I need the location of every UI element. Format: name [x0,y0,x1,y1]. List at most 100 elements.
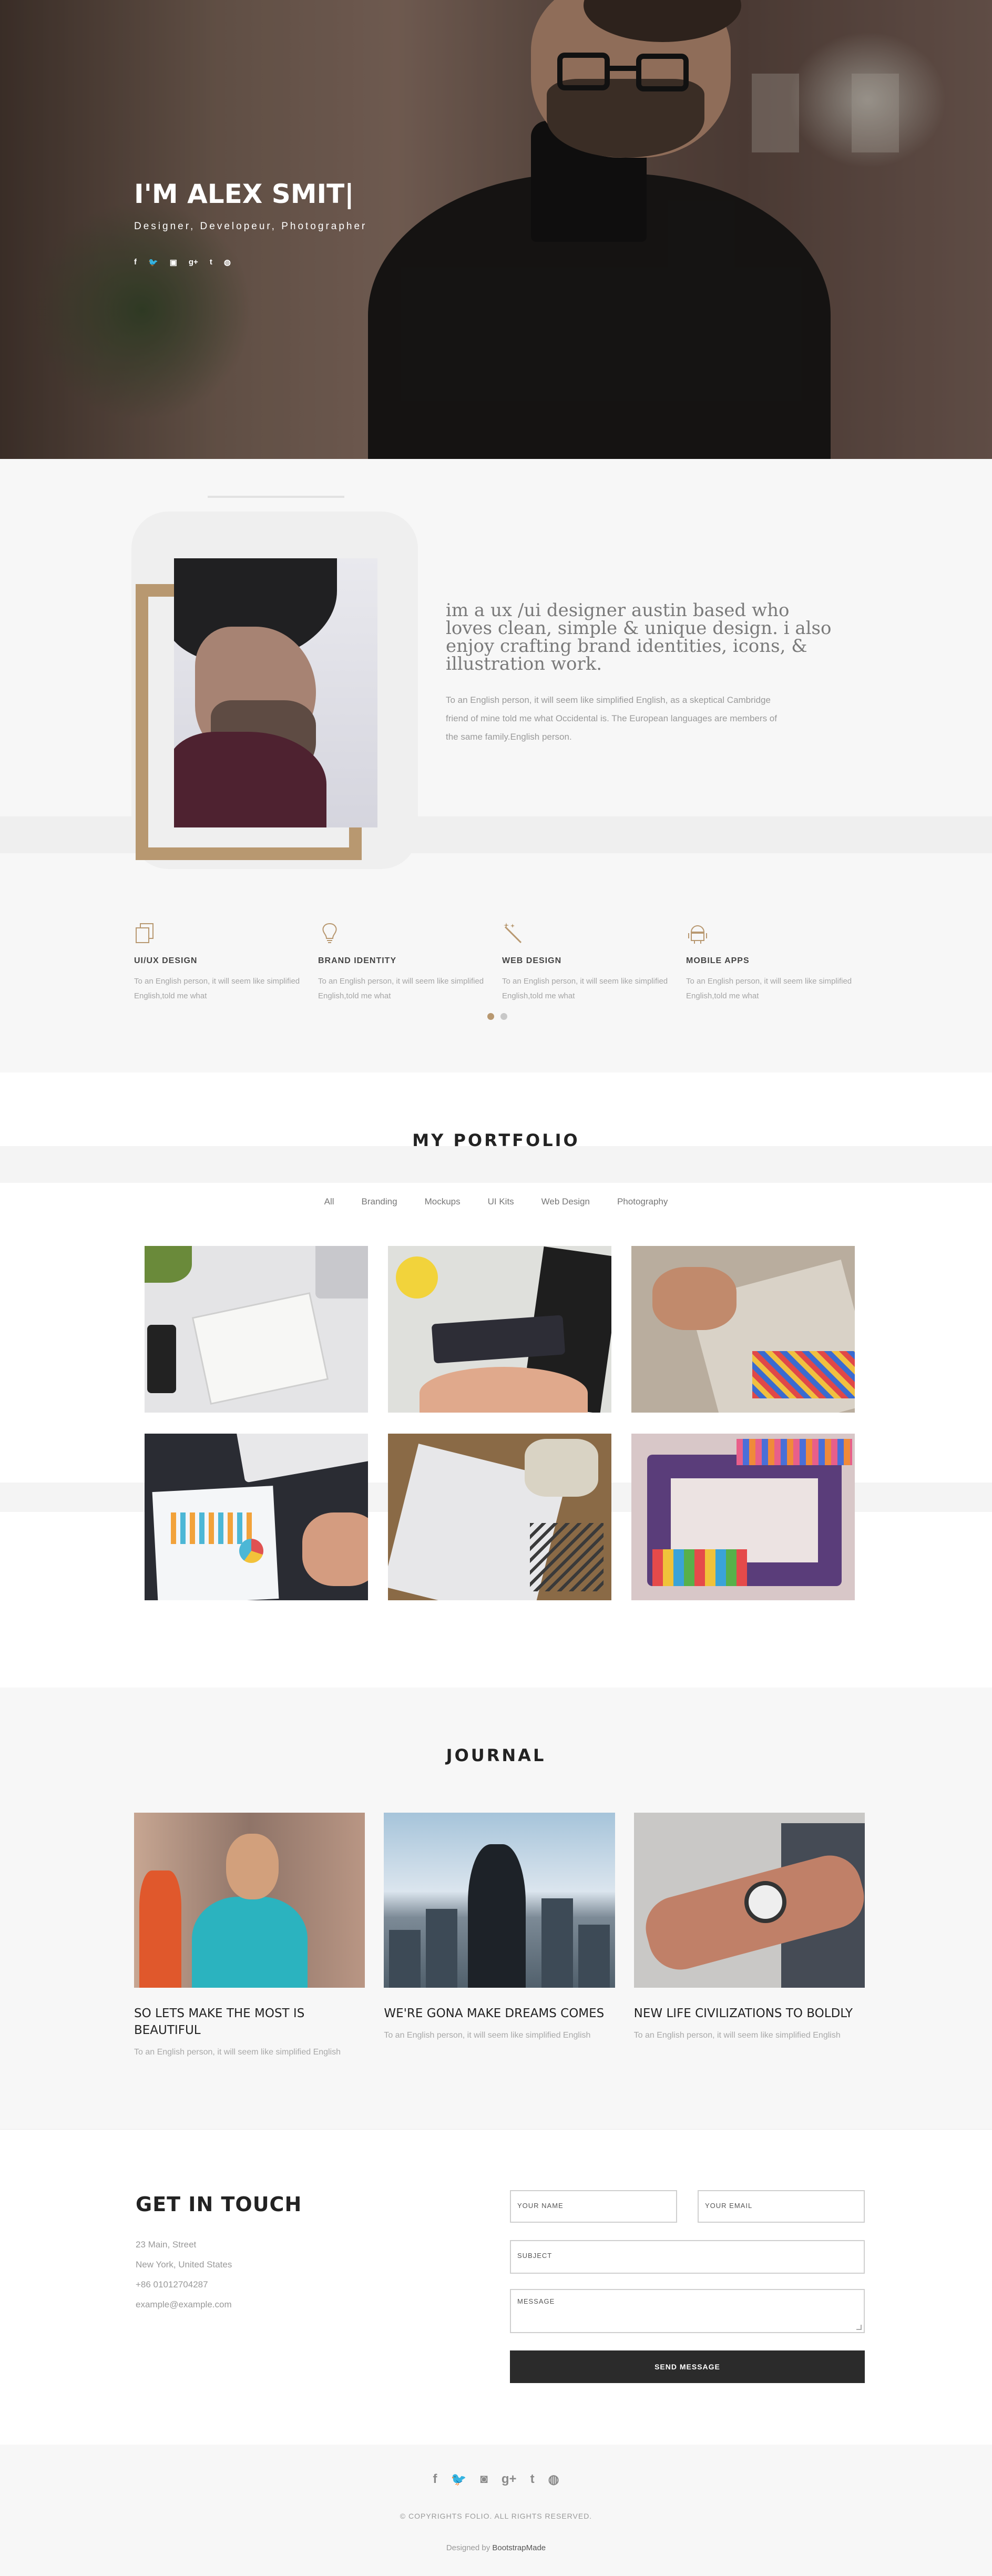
photo-markers [752,1351,855,1398]
journal-post[interactable]: NEW LIFE CIVILIZATIONS TO BOLDLY To an E… [633,1813,865,2060]
contact-phone: +86 01012704287 [136,2279,208,2289]
service-title: MOBILE APPS [686,956,750,965]
journal-title: JOURNAL [446,1745,546,1765]
facebook-icon[interactable]: f [134,258,137,267]
lightbulb-icon [322,923,337,943]
photo-tools [530,1523,604,1591]
portfolio-title: MY PORTFOLIO [412,1130,580,1150]
photo-hand [302,1512,368,1586]
photo-raised-hand [468,1844,526,1988]
send-message-button[interactable]: SEND MESSAGE [510,2350,865,2383]
slider-dot-active[interactable] [487,1013,494,1020]
name-field[interactable]: YOUR NAME [510,2190,677,2223]
post-thumbnail[interactable] [134,1813,365,1988]
journal-section: JOURNAL SO LETS MAKE THE MOST IS BEAUTIF… [0,1688,992,2129]
dribbble-icon[interactable]: ◍ [548,2472,559,2487]
contact-email[interactable]: example@example.com [136,2295,232,2315]
footer: f 🐦 ◙ g+ t ◍ © COPYRIGHTS FOLIO. ALL RIG… [0,2445,992,2576]
photo-face [226,1834,279,1899]
filter-branding[interactable]: Branding [362,1197,397,1207]
photo-building [426,1909,458,1988]
post-title[interactable]: WE'RE GONA MAKE DREAMS COMES [384,2005,615,2022]
post-excerpt: To an English person, it will seem like … [384,2031,591,2040]
service-item-mobile: MOBILE APPS To an English person, it wil… [686,922,870,1004]
photo-pie [239,1539,263,1563]
subject-field[interactable]: SUBJECT [510,2240,865,2274]
instagram-icon[interactable]: ▣ [170,258,177,267]
post-thumbnail[interactable] [384,1813,615,1988]
photo-chart [171,1512,255,1544]
service-text: To an English person, it will seem like … [134,977,300,1000]
journal-posts: SO LETS MAKE THE MOST IS BEAUTIFUL To an… [134,1813,865,2060]
twitter-icon[interactable]: 🐦 [451,2472,466,2487]
photo-building [578,1925,610,1988]
photo-building [389,1930,421,1988]
instagram-icon[interactable]: ◙ [480,2472,488,2487]
photo-pencils [737,1439,852,1465]
photo-watch [744,1881,786,1923]
twitter-icon[interactable]: 🐦 [148,258,158,267]
post-excerpt: To an English person, it will seem like … [633,2031,841,2040]
portfolio-item-art-supplies[interactable] [631,1434,855,1600]
photo-laptop [235,1434,368,1483]
contact-address-city: New York, United States [136,2260,232,2270]
photo-building [541,1898,574,1988]
service-text: To an English person, it will seem like … [318,977,484,1000]
facebook-icon[interactable]: f [433,2472,437,2487]
portfolio-item-analytics[interactable] [145,1434,368,1600]
about-headline: im a ux /ui designer austin based who lo… [446,600,832,674]
photo-hand [652,1267,737,1330]
service-text: To an English person, it will seem like … [502,977,668,1000]
copyright-text: © COPYRIGHTS FOLIO. ALL RIGHTS RESERVED. [400,2512,592,2520]
filter-ui-kits[interactable]: UI Kits [488,1197,514,1207]
service-text: To an English person, it will seem like … [686,977,852,1000]
portfolio-item-blueprint[interactable] [388,1434,611,1600]
post-title[interactable]: SO LETS MAKE THE MOST IS BEAUTIFUL [134,2005,365,2039]
filter-mockups[interactable]: Mockups [425,1197,461,1207]
footer-social-links: f 🐦 ◙ g+ t ◍ [0,2472,992,2487]
service-title: UI/UX DESIGN [134,956,198,965]
journal-post[interactable]: WE'RE GONA MAKE DREAMS COMES To an Engli… [384,1813,615,2060]
google-plus-icon[interactable]: g+ [502,2472,517,2487]
portfolio-filters: All Branding Mockups UI Kits Web Design … [0,1197,992,1207]
service-item-brand: BRAND IDENTITY To an English person, it … [318,922,502,1004]
photo-paints [652,1549,747,1586]
magic-wand-icon [504,923,522,944]
photo-laptop [315,1246,368,1299]
resize-handle-icon[interactable] [856,2325,862,2330]
message-placeholder: MESSAGE [517,2297,555,2305]
slider-dot[interactable] [500,1013,507,1020]
post-title[interactable]: NEW LIFE CIVILIZATIONS TO BOLDLY [634,2005,865,2022]
portfolio-item-keyboard[interactable] [388,1246,611,1413]
profile-photo [174,558,377,827]
portfolio-grid [145,1246,855,1600]
email-field[interactable]: YOUR EMAIL [698,2190,865,2223]
decorative-band [0,1146,992,1183]
photo-notebook [191,1292,329,1405]
google-plus-icon[interactable]: g+ [189,258,198,267]
tumblr-icon[interactable]: t [210,258,212,267]
about-section: im a ux /ui designer austin based who lo… [0,459,992,1072]
about-paragraph: To an English person, it will seem like … [446,695,777,742]
hero-social-links: f 🐦 ▣ g+ t ◍ [134,258,231,267]
contact-address-street: 23 Main, Street [136,2240,197,2250]
dribbble-icon[interactable]: ◍ [224,258,231,267]
tumblr-icon[interactable]: t [530,2472,535,2487]
portfolio-section: MY PORTFOLIO All Branding Mockups UI Kit… [0,1072,992,1688]
designed-by-label: Designed by [446,2543,490,2552]
photo-phone [147,1325,176,1393]
portfolio-item-notebook[interactable] [145,1246,368,1413]
services-list: UI/UX DESIGN To an English person, it wi… [134,922,870,1004]
decorative-line [208,496,344,498]
designer-link[interactable]: BootstrapMade [492,2543,546,2552]
hero-title: I'M ALEX SMIT| [134,179,354,209]
message-field[interactable]: MESSAGE [510,2289,865,2333]
filter-photography[interactable]: Photography [617,1197,668,1207]
contact-info: 23 Main, Street New York, United States … [136,2235,232,2315]
filter-web-design[interactable]: Web Design [541,1197,590,1207]
journal-post[interactable]: SO LETS MAKE THE MOST IS BEAUTIFUL To an… [134,1813,365,2060]
service-item-uiux: UI/UX DESIGN To an English person, it wi… [134,922,318,1004]
filter-all[interactable]: All [324,1197,334,1207]
portfolio-item-drawing[interactable] [631,1246,855,1413]
post-thumbnail[interactable] [633,1813,865,1988]
